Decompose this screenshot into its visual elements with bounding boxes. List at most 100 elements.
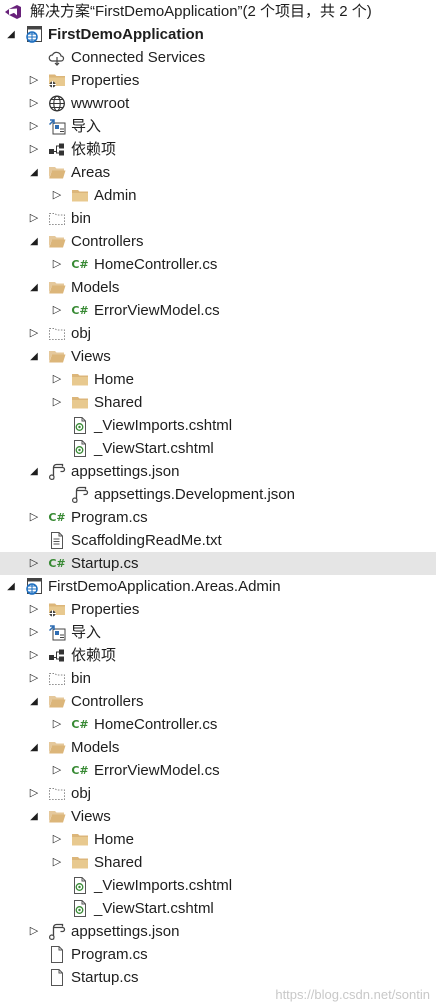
tree-item[interactable]: appsettings.Development.json	[0, 483, 436, 506]
collapsed-arrow-icon[interactable]: ▷	[50, 828, 64, 851]
collapsed-arrow-icon[interactable]: ▷	[27, 92, 41, 115]
tree-item[interactable]: ▷ obj	[0, 782, 436, 805]
tree-item[interactable]: ▷ C# HomeController.cs	[0, 253, 436, 276]
tree-item[interactable]: Program.cs	[0, 943, 436, 966]
expanded-arrow-icon[interactable]: ◢	[27, 460, 41, 483]
tree-item-label: FirstDemoApplication.Areas.Admin	[48, 578, 281, 595]
collapsed-arrow-icon[interactable]: ▷	[27, 207, 41, 230]
tree-item[interactable]: ▷ C# ErrorViewModel.cs	[0, 299, 436, 322]
collapsed-arrow-icon[interactable]: ▷	[27, 644, 41, 667]
tree-item[interactable]: ▷ Shared	[0, 391, 436, 414]
collapsed-arrow-icon[interactable]: ▷	[27, 920, 41, 943]
tree-item[interactable]: ▷ 导入	[0, 115, 436, 138]
tree-item[interactable]: ◢ Views	[0, 345, 436, 368]
tree-item-label: _ViewStart.cshtml	[94, 900, 214, 917]
folder-dotted-icon	[48, 670, 66, 687]
tree-item-label: Views	[71, 348, 111, 365]
tree-item[interactable]: ◢ Views	[0, 805, 436, 828]
tree-item-label: wwwroot	[71, 95, 130, 112]
tree-item[interactable]: ScaffoldingReadMe.txt	[0, 529, 436, 552]
collapsed-arrow-icon[interactable]: ▷	[27, 598, 41, 621]
collapsed-arrow-icon[interactable]: ▷	[27, 552, 41, 575]
collapsed-arrow-icon[interactable]: ▷	[27, 138, 41, 161]
expanded-arrow-icon[interactable]: ◢	[27, 736, 41, 759]
collapsed-arrow-icon[interactable]: ▷	[50, 759, 64, 782]
collapsed-arrow-icon[interactable]: ▷	[27, 69, 41, 92]
collapsed-arrow-icon[interactable]: ▷	[27, 621, 41, 644]
collapsed-arrow-icon[interactable]: ▷	[50, 713, 64, 736]
collapsed-arrow-icon[interactable]: ▷	[27, 115, 41, 138]
folder-open-icon	[48, 808, 66, 825]
tree-item[interactable]: ▷ Properties	[0, 598, 436, 621]
tree-item[interactable]: ▷ C# Program.cs	[0, 506, 436, 529]
tree-item[interactable]: ▷ bin	[0, 667, 436, 690]
collapsed-arrow-icon[interactable]: ▷	[50, 253, 64, 276]
tree-item[interactable]: ◢ Controllers	[0, 230, 436, 253]
tree-item[interactable]: ◢ Models	[0, 736, 436, 759]
tree-item-label: ScaffoldingReadMe.txt	[71, 532, 222, 549]
tree-item[interactable]: ▷ C# ErrorViewModel.cs	[0, 759, 436, 782]
tree-item-label: Controllers	[71, 233, 144, 250]
collapsed-arrow-icon[interactable]: ▷	[50, 851, 64, 874]
folder-icon	[71, 187, 89, 204]
tree-item[interactable]: ▷ 依赖项	[0, 644, 436, 667]
tree-item[interactable]: ◢ FirstDemoApplication	[0, 23, 436, 46]
expanded-arrow-icon[interactable]: ◢	[27, 805, 41, 828]
tree-item[interactable]: ▷ Home	[0, 368, 436, 391]
collapsed-arrow-icon[interactable]: ▷	[27, 506, 41, 529]
tree-item[interactable]: ▷ C# Startup.cs	[0, 552, 436, 575]
solution-icon	[4, 3, 22, 20]
tree-item[interactable]: _ViewImports.cshtml	[0, 874, 436, 897]
expanded-arrow-icon[interactable]: ◢	[4, 575, 18, 598]
expanded-arrow-icon[interactable]: ◢	[27, 230, 41, 253]
tree-item[interactable]: _ViewStart.cshtml	[0, 437, 436, 460]
tree-item[interactable]: ▷ wwwroot	[0, 92, 436, 115]
folder-dotted-icon	[48, 210, 66, 227]
tree-item[interactable]: ◢ Areas	[0, 161, 436, 184]
tree-item[interactable]: ▷ appsettings.json	[0, 920, 436, 943]
folder-open-icon	[48, 348, 66, 365]
dependencies-icon	[48, 647, 66, 664]
collapsed-arrow-icon[interactable]: ▷	[50, 184, 64, 207]
expanded-arrow-icon[interactable]: ◢	[27, 690, 41, 713]
tree-item[interactable]: _ViewStart.cshtml	[0, 897, 436, 920]
collapsed-arrow-icon[interactable]: ▷	[27, 667, 41, 690]
tree-item[interactable]: ▷ Properties	[0, 69, 436, 92]
tree-item[interactable]: ▷ C# HomeController.cs	[0, 713, 436, 736]
tree-item[interactable]: _ViewImports.cshtml	[0, 414, 436, 437]
tree-item[interactable]: Startup.cs	[0, 966, 436, 989]
expanded-arrow-icon[interactable]: ◢	[27, 161, 41, 184]
collapsed-arrow-icon[interactable]: ▷	[27, 782, 41, 805]
collapsed-arrow-icon[interactable]: ▷	[50, 299, 64, 322]
json-file-icon	[48, 923, 66, 940]
tree-item[interactable]: ▷ Shared	[0, 851, 436, 874]
tree-item[interactable]: ◢ Controllers	[0, 690, 436, 713]
tree-item[interactable]: 解决方案“FirstDemoApplication”(2 个项目，共 2 个)	[0, 0, 436, 23]
text-file-icon	[48, 532, 66, 549]
collapsed-arrow-icon[interactable]: ▷	[50, 368, 64, 391]
tree-item[interactable]: ◢ FirstDemoApplication.Areas.Admin	[0, 575, 436, 598]
expanded-arrow-icon[interactable]: ◢	[4, 23, 18, 46]
tree-item[interactable]: ▷ 依赖项	[0, 138, 436, 161]
collapsed-arrow-icon[interactable]: ▷	[50, 391, 64, 414]
tree-item[interactable]: ▷ bin	[0, 207, 436, 230]
folder-dotted-icon	[48, 785, 66, 802]
solution-explorer-tree: 解决方案“FirstDemoApplication”(2 个项目，共 2 个) ◢…	[0, 0, 436, 989]
properties-folder-icon	[48, 72, 66, 89]
tree-item[interactable]: ▷ 导入	[0, 621, 436, 644]
blank-file-icon	[48, 946, 66, 963]
tree-item[interactable]: ◢ Models	[0, 276, 436, 299]
tree-item-label: Shared	[94, 394, 143, 411]
razor-file-icon	[71, 440, 89, 457]
tree-item[interactable]: ▷ Admin	[0, 184, 436, 207]
folder-open-icon	[48, 279, 66, 296]
tree-item[interactable]: Connected Services	[0, 46, 436, 69]
tree-item-label: bin	[71, 210, 92, 227]
tree-item[interactable]: ▷ obj	[0, 322, 436, 345]
collapsed-arrow-icon[interactable]: ▷	[27, 322, 41, 345]
csharp-file-icon: C#	[71, 258, 89, 271]
expanded-arrow-icon[interactable]: ◢	[27, 276, 41, 299]
tree-item[interactable]: ◢ appsettings.json	[0, 460, 436, 483]
tree-item[interactable]: ▷ Home	[0, 828, 436, 851]
expanded-arrow-icon[interactable]: ◢	[27, 345, 41, 368]
